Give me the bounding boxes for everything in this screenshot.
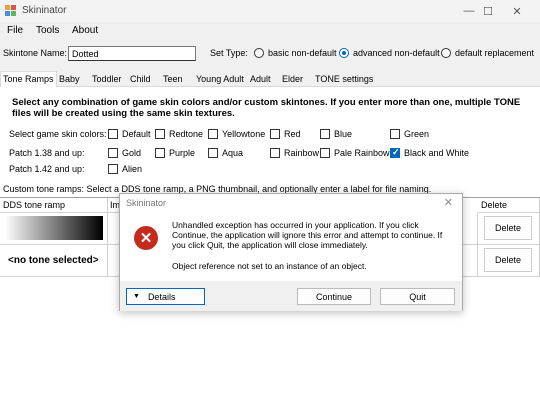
menu-tools[interactable]: Tools — [36, 25, 59, 36]
continue-button[interactable]: Continue — [297, 288, 371, 305]
radio-advanced-non-default-label: advanced non-default — [353, 48, 440, 58]
checkbox-aqua-label: Aqua — [222, 148, 244, 158]
error-icon: ✕ — [134, 226, 158, 250]
skintone-name-label: Skintone Name: — [3, 48, 68, 58]
grid-header-delete: Delete — [478, 198, 540, 213]
menu-bar: File Tools About — [0, 22, 540, 41]
skintone-name-input[interactable]: Dotted — [68, 46, 196, 61]
tab-baby[interactable]: Baby — [57, 72, 82, 87]
checkbox-green[interactable] — [390, 129, 400, 139]
details-button[interactable]: ▼ Details — [126, 288, 205, 305]
dialog-title: Skininator — [126, 198, 167, 208]
details-button-label: Details — [147, 291, 176, 302]
dialog-message: Unhandled exception has occurred in your… — [172, 220, 443, 250]
delete-row-2-button[interactable]: Delete — [484, 248, 532, 272]
tab-teen[interactable]: Teen — [161, 72, 185, 87]
grid-header-dds: DDS tone ramp — [0, 198, 108, 213]
tab-young-adult[interactable]: Young Adult — [194, 72, 246, 87]
checkbox-pale-rainbow[interactable] — [320, 148, 330, 158]
tone-ramp-preview — [5, 216, 103, 240]
instructions-text: Select any combination of game skin colo… — [12, 97, 521, 119]
checkbox-black-and-white[interactable] — [390, 147, 400, 158]
dialog-footer: ▼ Details Continue Quit — [120, 281, 462, 311]
tab-child[interactable]: Child — [128, 72, 153, 87]
tab-elder[interactable]: Elder — [280, 72, 305, 87]
checkbox-redtone[interactable] — [155, 129, 165, 139]
tab-toddler[interactable]: Toddler — [90, 72, 124, 87]
tab-adult[interactable]: Adult — [248, 72, 273, 87]
table-row[interactable]: <no tone selected> — [0, 245, 108, 277]
tab-strip: Tone Ramps Baby Toddler Child Teen Young… — [0, 71, 540, 88]
checkbox-black-and-white-label: Black and White — [404, 148, 470, 158]
error-dialog: Skininator ✕ ✕ Unhandled exception has o… — [119, 193, 463, 311]
no-tone-selected-text: <no tone selected> — [8, 255, 99, 266]
radio-advanced-non-default[interactable] — [339, 48, 349, 58]
checkbox-aqua[interactable] — [208, 148, 218, 158]
patch-142-label: Patch 1.42 and up: — [9, 164, 85, 174]
chevron-down-icon: ▼ — [133, 293, 140, 300]
window-title: Skininator — [22, 5, 67, 16]
app-icon — [5, 5, 16, 16]
checkbox-purple[interactable] — [155, 148, 165, 158]
checkbox-redtone-label: Redtone — [169, 129, 204, 139]
checkbox-red[interactable] — [270, 129, 280, 139]
game-colors-label: Select game skin colors: — [9, 129, 107, 139]
menu-about[interactable]: About — [72, 25, 98, 36]
table-row[interactable] — [0, 213, 108, 245]
checkbox-yellowtone-label: Yellowtone — [222, 129, 266, 139]
checkbox-rainbow[interactable] — [270, 148, 280, 158]
checkbox-default[interactable] — [108, 129, 118, 139]
checkbox-gold-label: Gold — [122, 148, 142, 158]
checkbox-purple-label: Purple — [169, 148, 196, 158]
patch-138-label: Patch 1.38 and up: — [9, 148, 85, 158]
checkbox-blue-label: Blue — [334, 129, 353, 139]
checkbox-alien-label: Alien — [122, 164, 143, 174]
dialog-exception-detail: Object reference not set to an instance … — [172, 261, 367, 271]
title-bar: Skininator — ☐ ✕ — [0, 0, 540, 22]
checkbox-red-label: Red — [284, 129, 301, 139]
checkbox-default-label: Default — [122, 129, 151, 139]
tab-tone-settings[interactable]: TONE settings — [313, 72, 375, 87]
radio-basic-non-default-label: basic non-default — [268, 48, 337, 58]
quit-button[interactable]: Quit — [380, 288, 455, 305]
checkbox-green-label: Green — [404, 129, 430, 139]
dialog-close-icon[interactable]: ✕ — [444, 196, 453, 209]
tab-tone-ramps[interactable]: Tone Ramps — [0, 71, 57, 88]
checkbox-pale-rainbow-label: Pale Rainbow — [334, 148, 390, 158]
menu-file[interactable]: File — [7, 25, 23, 36]
radio-default-replacement[interactable] — [441, 48, 451, 58]
set-type-label: Set Type: — [210, 48, 248, 58]
close-button[interactable]: ✕ — [494, 0, 540, 22]
checkbox-rainbow-label: Rainbow — [284, 148, 320, 158]
radio-default-replacement-label: default replacement — [455, 48, 535, 58]
radio-basic-non-default[interactable] — [254, 48, 264, 58]
checkbox-gold[interactable] — [108, 148, 118, 158]
delete-row-1-button[interactable]: Delete — [484, 216, 532, 240]
checkbox-alien[interactable] — [108, 164, 118, 174]
checkbox-blue[interactable] — [320, 129, 330, 139]
grid-cell-delete: Delete — [478, 245, 540, 277]
checkbox-yellowtone[interactable] — [208, 129, 218, 139]
grid-cell-delete: Delete — [478, 213, 540, 245]
